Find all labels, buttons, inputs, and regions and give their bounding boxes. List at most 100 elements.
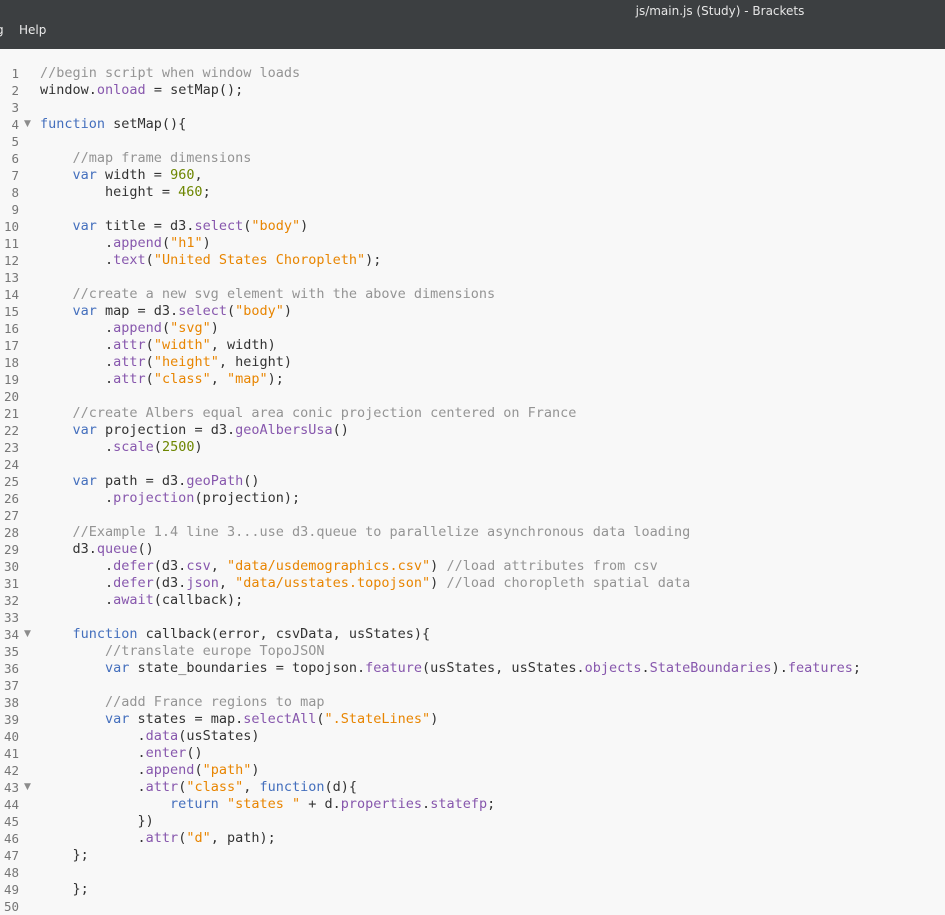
code-line[interactable]: 38 //add France regions to map xyxy=(0,694,945,711)
code-line[interactable]: 26 .projection(projection); xyxy=(0,490,945,507)
code-text: height = 460; xyxy=(40,184,211,201)
code-line[interactable]: 35 //translate europe TopoJSON xyxy=(0,643,945,660)
code-token: . xyxy=(40,439,114,455)
code-token: "svg" xyxy=(170,320,211,336)
code-line[interactable]: 50 xyxy=(0,898,945,915)
code-line[interactable]: 32 .await(callback); xyxy=(0,592,945,609)
code-token: }; xyxy=(40,881,89,897)
code-line[interactable]: 13 xyxy=(0,269,945,286)
code-token: "class" xyxy=(186,779,244,795)
code-token: callback(error, csvData, usStates){ xyxy=(137,626,431,642)
code-text: //create Albers equal area conic project… xyxy=(40,405,577,422)
code-line[interactable]: 10 var title = d3.select("body") xyxy=(0,218,945,235)
code-token: 460 xyxy=(178,184,203,200)
code-token: //begin script when window loads xyxy=(40,65,301,81)
code-line[interactable]: 23 .scale(2500) xyxy=(0,439,945,456)
code-line[interactable]: 16 .append("svg") xyxy=(0,320,945,337)
code-token: . xyxy=(641,660,650,676)
code-token: "United States Choropleth" xyxy=(153,252,366,268)
fold-triangle-icon[interactable]: ▼ xyxy=(24,779,31,796)
line-number: 50 xyxy=(3,899,19,914)
code-line[interactable]: 20 xyxy=(0,388,945,405)
menu-item-help[interactable]: Help xyxy=(19,23,46,37)
code-token: function xyxy=(72,626,138,642)
fold-triangle-icon[interactable]: ▼ xyxy=(24,626,31,643)
code-token: window. xyxy=(40,82,97,98)
fold-triangle-icon[interactable]: ▼ xyxy=(24,116,31,133)
code-line[interactable]: 17 .attr("width", width) xyxy=(0,337,945,354)
code-line[interactable]: 41 .enter() xyxy=(0,745,945,762)
code-token: ) xyxy=(430,575,447,591)
code-line[interactable]: 30 .defer(d3.csv, "data/usdemographics.c… xyxy=(0,558,945,575)
code-text: var width = 960, xyxy=(40,167,203,184)
code-line[interactable]: 19 .attr("class", "map"); xyxy=(0,371,945,388)
code-line[interactable]: 25 var path = d3.geoPath() xyxy=(0,473,945,490)
code-line[interactable]: 37 xyxy=(0,677,945,694)
code-line[interactable]: 21 //create Albers equal area conic proj… xyxy=(0,405,945,422)
code-text: //create a new svg element with the abov… xyxy=(40,286,496,303)
code-line[interactable]: 40 .data(usStates) xyxy=(0,728,945,745)
code-line[interactable]: 8 height = 460; xyxy=(0,184,945,201)
code-line[interactable]: 34 ▼ function callback(error, csvData, us… xyxy=(0,626,945,643)
code-line[interactable]: 15 var map = d3.select("body") xyxy=(0,303,945,320)
code-token: var xyxy=(72,303,97,319)
code-editor[interactable]: 1 //begin script when window loads 2 window… xyxy=(0,49,945,915)
code-line[interactable]: 18 .attr("height", height) xyxy=(0,354,945,371)
code-line[interactable]: 3 xyxy=(0,99,945,116)
code-line[interactable]: 24 xyxy=(0,456,945,473)
code-line[interactable]: 48 xyxy=(0,864,945,881)
code-token: (projection); xyxy=(194,490,301,506)
menu-item-debug[interactable]: g xyxy=(0,23,4,37)
code-line[interactable]: 12 .text("United States Choropleth"); xyxy=(0,252,945,269)
line-number: 46 xyxy=(3,831,19,846)
code-token: "h1" xyxy=(170,235,203,251)
code-line[interactable]: 2 window.onload = setMap(); xyxy=(0,82,945,99)
code-line[interactable]: 27 xyxy=(0,507,945,524)
code-line[interactable]: 49 }; xyxy=(0,881,945,898)
line-number: 8 xyxy=(11,185,19,200)
code-line[interactable]: 28 //Example 1.4 line 3...use d3.queue t… xyxy=(0,524,945,541)
code-line[interactable]: 1 //begin script when window loads xyxy=(0,65,945,82)
code-token: ); xyxy=(267,371,284,387)
code-line[interactable]: 36 var state_boundaries = topojson.featu… xyxy=(0,660,945,677)
code-line[interactable]: 5 xyxy=(0,133,945,150)
line-number: 19 xyxy=(3,372,19,387)
code-line[interactable]: 44 return "states " + d.properties.state… xyxy=(0,796,945,813)
code-line[interactable]: 45 }) xyxy=(0,813,945,830)
code-line[interactable]: 31 .defer(d3.json, "data/usstates.topojs… xyxy=(0,575,945,592)
code-line[interactable]: 29 d3.queue() xyxy=(0,541,945,558)
line-number: 13 xyxy=(3,270,19,285)
code-line[interactable]: 42 .append("path") xyxy=(0,762,945,779)
code-line[interactable]: 9 xyxy=(0,201,945,218)
code-line[interactable]: 46 .attr("d", path); xyxy=(0,830,945,847)
code-token: states = map. xyxy=(129,711,244,727)
code-token: //create a new svg element with the abov… xyxy=(72,286,496,302)
code-token: //add France regions to map xyxy=(105,694,325,710)
code-line[interactable]: 4 ▼ function setMap(){ xyxy=(0,116,945,133)
code-token: ) xyxy=(430,711,439,727)
code-line[interactable]: 6 //map frame dimensions xyxy=(0,150,945,167)
code-line[interactable]: 33 xyxy=(0,609,945,626)
code-line[interactable]: 22 var projection = d3.geoAlbersUsa() xyxy=(0,422,945,439)
code-text: var state_boundaries = topojson.feature(… xyxy=(40,660,861,677)
code-token: var xyxy=(72,473,97,489)
code-line[interactable]: 14 //create a new svg element with the a… xyxy=(0,286,945,303)
code-token: properties xyxy=(340,796,423,812)
code-line[interactable]: 39 var states = map.selectAll(".StateLin… xyxy=(0,711,945,728)
code-line[interactable]: 47 }; xyxy=(0,847,945,864)
line-number: 39 xyxy=(3,712,19,727)
code-token: csv xyxy=(186,558,211,574)
code-token: (callback); xyxy=(153,592,244,608)
line-number: 31 xyxy=(3,576,19,591)
line-number: 7 xyxy=(11,168,19,183)
code-line[interactable]: 7 var width = 960, xyxy=(0,167,945,184)
code-token: function xyxy=(259,779,325,795)
code-line[interactable]: 43 ▼ .attr("class", function(d){ xyxy=(0,779,945,796)
code-line[interactable]: 11 .append("h1") xyxy=(0,235,945,252)
code-token: map = d3. xyxy=(96,303,179,319)
